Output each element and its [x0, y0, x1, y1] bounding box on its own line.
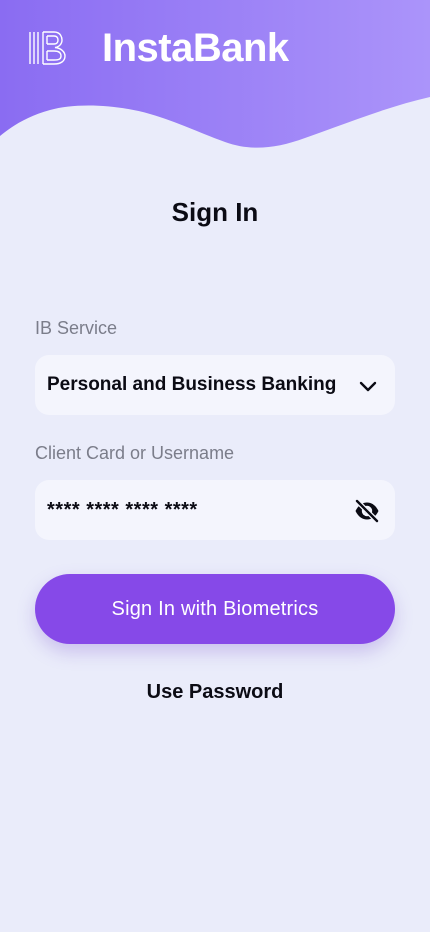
use-password-link[interactable]: Use Password	[0, 678, 430, 706]
ib-service-label: IB Service	[35, 318, 118, 338]
ib-service-selected-value: Personal and Business Banking	[47, 374, 337, 395]
sign-in-biometrics-button[interactable]: Sign In with Biometrics	[35, 574, 395, 644]
eye-off-icon[interactable]	[354, 498, 380, 524]
brand-name: InstaBank	[102, 26, 289, 70]
header-banner: InstaBank	[0, 0, 430, 160]
client-card-field	[35, 480, 395, 540]
client-card-input[interactable]	[47, 495, 337, 525]
client-card-label: Client Card or Username	[35, 443, 235, 463]
ib-service-select[interactable]: Personal and Business Banking	[35, 355, 395, 415]
chevron-down-icon	[359, 381, 377, 392]
ib-logo-icon	[29, 31, 66, 65]
page-title: Sign In	[171, 197, 259, 227]
